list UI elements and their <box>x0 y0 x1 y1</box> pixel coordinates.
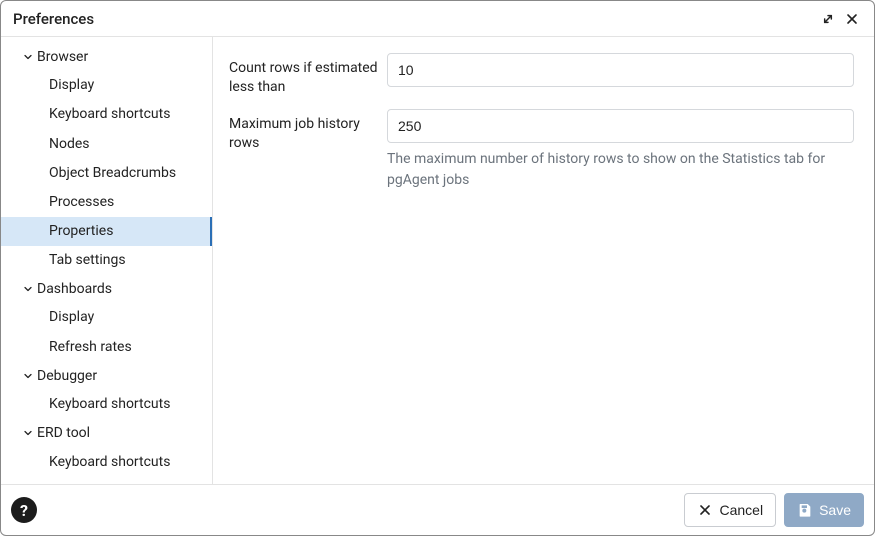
save-icon <box>797 502 813 518</box>
tree-item[interactable]: Processes <box>1 188 212 217</box>
tree-item[interactable]: Keyboard shortcuts <box>1 100 212 129</box>
dialog-footer: ? Cancel Save <box>1 484 874 535</box>
cancel-button[interactable]: Cancel <box>684 493 776 527</box>
count-rows-label: Count rows if estimated less than <box>229 53 387 97</box>
tree-group-header[interactable]: Debugger <box>1 362 212 390</box>
tree-group-label: Debugger <box>37 365 97 387</box>
tree-group-header[interactable]: Dashboards <box>1 275 212 303</box>
tree-item[interactable]: Keyboard shortcuts <box>1 448 212 477</box>
preferences-content: Count rows if estimated less than Maximu… <box>213 37 874 484</box>
tree-group-label: Browser <box>37 46 88 68</box>
tree-item[interactable]: Refresh rates <box>1 333 212 362</box>
chevron-down-icon <box>21 283 35 295</box>
chevron-down-icon <box>21 51 35 63</box>
tree-item[interactable]: Display <box>1 71 212 100</box>
tree-group-label: Dashboards <box>37 278 112 300</box>
count-rows-input[interactable] <box>387 53 854 87</box>
max-history-input[interactable] <box>387 109 854 143</box>
preferences-dialog: Preferences BrowserDisplayKeyboard short… <box>0 0 875 536</box>
chevron-down-icon <box>21 427 35 439</box>
titlebar: Preferences <box>1 1 874 37</box>
x-icon <box>697 502 713 518</box>
close-icon[interactable] <box>840 7 864 31</box>
expand-icon[interactable] <box>816 7 840 31</box>
tree-group-header[interactable]: ERD tool <box>1 419 212 447</box>
chevron-down-icon <box>21 370 35 382</box>
tree-item[interactable]: Properties <box>1 217 212 246</box>
tree-item[interactable]: Keyboard shortcuts <box>1 390 212 419</box>
tree-item[interactable]: Object Breadcrumbs <box>1 159 212 188</box>
tree-group-header[interactable]: Browser <box>1 43 212 71</box>
dialog-title: Preferences <box>13 10 94 28</box>
save-button[interactable]: Save <box>784 493 864 527</box>
preferences-sidebar[interactable]: BrowserDisplayKeyboard shortcutsNodesObj… <box>1 37 213 484</box>
cancel-button-label: Cancel <box>719 502 763 518</box>
tree-item[interactable]: Options <box>1 477 212 484</box>
tree-item[interactable]: Display <box>1 303 212 332</box>
tree-group-label: ERD tool <box>37 422 90 444</box>
max-history-row: Maximum job history rows The maximum num… <box>229 109 854 191</box>
tree-item[interactable]: Tab settings <box>1 246 212 275</box>
save-button-label: Save <box>819 502 851 518</box>
tree-item[interactable]: Nodes <box>1 130 212 159</box>
help-icon[interactable]: ? <box>11 497 37 523</box>
count-rows-row: Count rows if estimated less than <box>229 53 854 97</box>
max-history-help: The maximum number of history rows to sh… <box>387 149 854 191</box>
max-history-label: Maximum job history rows <box>229 109 387 153</box>
